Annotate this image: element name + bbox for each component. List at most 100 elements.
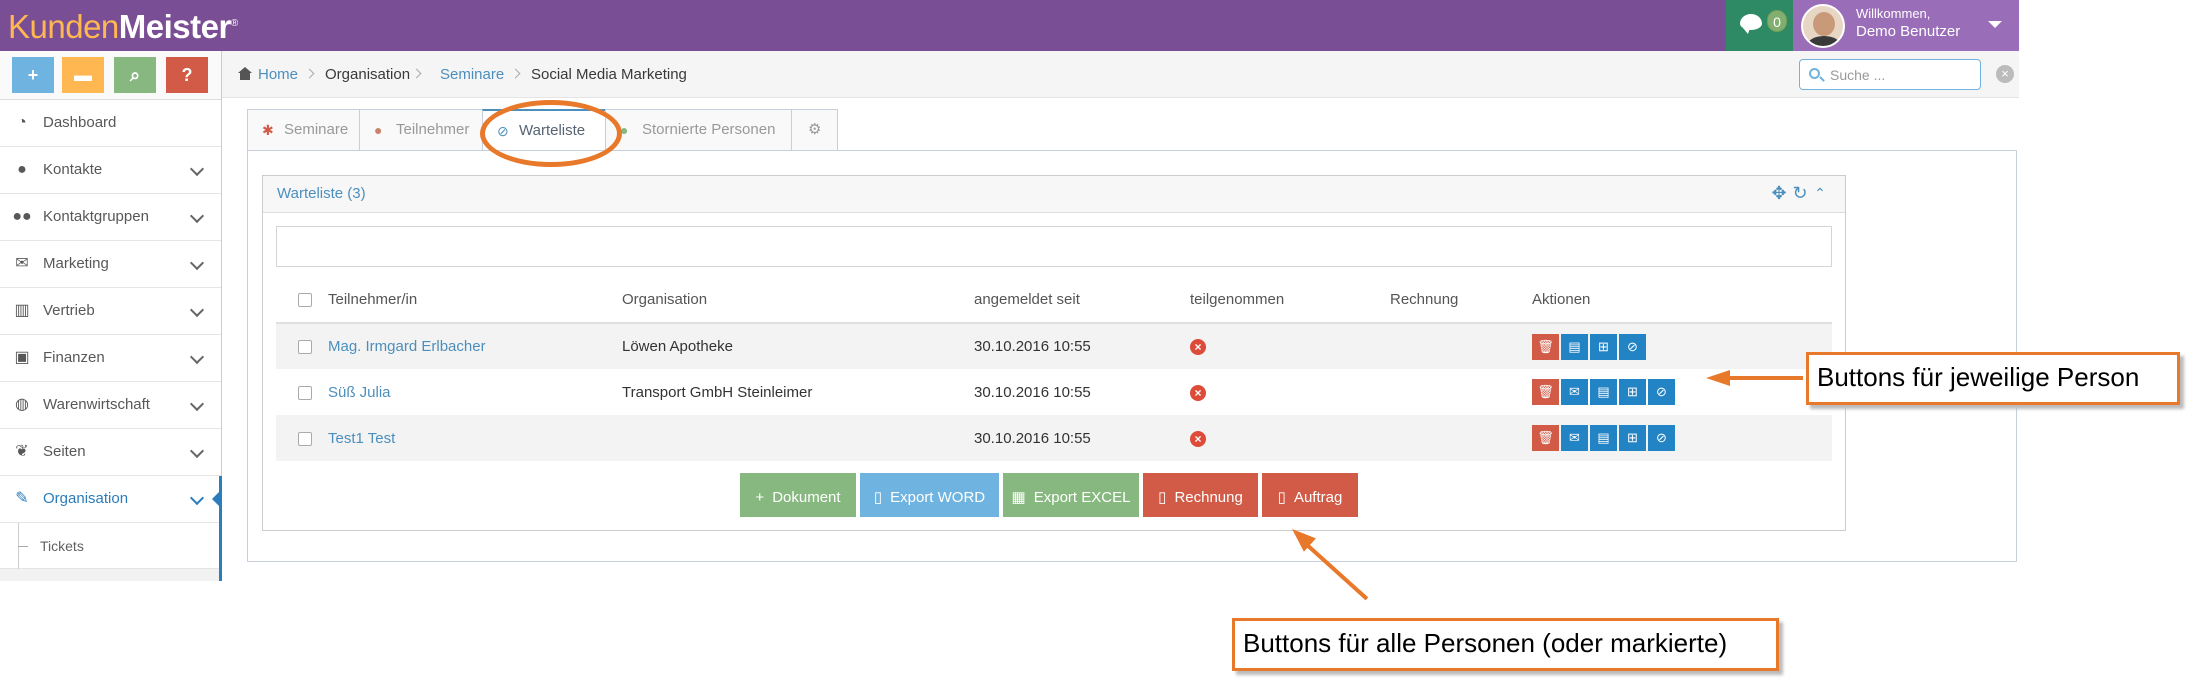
row-checkbox[interactable] [298, 431, 312, 446]
brand-logo[interactable]: KundenMeister® [8, 4, 238, 47]
users-icon: ●● [12, 208, 32, 225]
cancel-button[interactable]: ⊘ [1648, 425, 1675, 451]
user-menu[interactable]: Willkommen, Demo Benutzer [1793, 0, 2019, 51]
file-text-icon: ▯ [1158, 489, 1167, 506]
cancel-button[interactable]: ⊘ [1648, 379, 1675, 405]
book-button[interactable]: ▤ [1590, 379, 1617, 405]
refresh-icon[interactable]: ↻ [1791, 184, 1809, 202]
gear-icon: ⚙ [808, 121, 822, 138]
breadcrumb-seminare[interactable]: Seminare [440, 51, 504, 98]
name-cell: Test1 Test [328, 415, 622, 461]
home-icon [238, 67, 252, 81]
button-label: Dokument [772, 489, 841, 506]
column-header: Aktionen [1532, 277, 1832, 324]
arrow-left-icon [1706, 370, 1730, 386]
participant-link[interactable]: Süß Julia [328, 384, 391, 401]
actions-cell: 🗑 ▤ ⊞ ⊘ [1532, 323, 1832, 369]
add-document-button[interactable]: + Dokument [740, 473, 856, 517]
sidebar-item-kontaktgruppen[interactable]: ●● Kontaktgruppen [0, 194, 221, 241]
date-cell: 30.10.2016 10:55 [974, 415, 1190, 461]
envelope-icon: ✉ [1569, 430, 1580, 445]
sidebar-item-vertrieb[interactable]: ▥ Vertrieb [0, 288, 221, 335]
column-header[interactable]: Organisation [622, 277, 974, 324]
export-excel-button[interactable]: ▦ Export EXCEL [1003, 473, 1139, 517]
email-button[interactable]: ✉ [1561, 379, 1588, 405]
participant-link[interactable]: Mag. Irmgard Erlbacher [328, 338, 486, 355]
sidebar-item-organisation[interactable]: ✎ Organisation [0, 476, 222, 523]
email-button[interactable]: ✉ [1561, 425, 1588, 451]
breadcrumb-organisation[interactable]: Organisation [325, 51, 410, 98]
sidebar-subitem-tickets[interactable]: Tickets [0, 523, 221, 569]
tab-stornierte-personen[interactable]: ● Stornierte Personen [605, 109, 792, 150]
tab-settings[interactable]: ⚙ [791, 109, 838, 150]
move-icon[interactable]: ✥ [1770, 184, 1788, 202]
column-header[interactable]: angemeldet seit [974, 277, 1190, 324]
sidebar-item-warenwirtschaft[interactable]: ◍ Warenwirtschaft [0, 382, 221, 429]
select-all-checkbox[interactable] [298, 293, 312, 308]
search-input[interactable] [1828, 66, 1976, 84]
participant-link[interactable]: Test1 Test [328, 430, 395, 447]
sidebar-item-finanzen[interactable]: ▣ Finanzen [0, 335, 221, 382]
sidebar-item-kontakte[interactable]: ● Kontakte [0, 147, 221, 194]
trash-icon: 🗑 [1537, 338, 1554, 354]
order-button[interactable]: ▯ Auftrag [1262, 473, 1358, 517]
column-header[interactable]: Rechnung [1390, 277, 1532, 324]
row-select-cell [276, 323, 328, 369]
shortcut-help-button[interactable]: ? [166, 57, 208, 93]
top-navbar: KundenMeister® 0 Willkommen, Demo Benutz… [0, 0, 2019, 51]
book-button[interactable]: ▤ [1561, 333, 1588, 360]
tachometer-icon: ◔ [17, 114, 27, 131]
export-word-button[interactable]: ▯ Export WORD [860, 473, 999, 517]
add-button[interactable]: ⊞ [1619, 425, 1646, 451]
select-all-cell [276, 277, 328, 324]
plus-icon: + [755, 489, 765, 506]
globe-icon: ◍ [15, 396, 29, 413]
sidebar-item-dashboard[interactable]: ◔ Dashboard [0, 100, 221, 147]
search-field[interactable] [1799, 59, 1981, 90]
table-row: Mag. Irmgard Erlbacher Löwen Apotheke 30… [276, 323, 1832, 369]
breadcrumb-home[interactable]: Home [258, 51, 298, 98]
column-header[interactable]: Teilnehmer/in [328, 277, 622, 324]
delete-button[interactable]: 🗑 [1532, 425, 1559, 451]
table-filter-input[interactable] [276, 226, 1832, 267]
messages-badge: 0 [1767, 10, 1787, 32]
tab-seminare[interactable]: ✱ Seminare [247, 109, 360, 150]
participated-cell: × [1190, 323, 1390, 369]
row-checkbox[interactable] [298, 340, 312, 355]
row-select-cell [276, 369, 328, 415]
user-icon: ● [374, 122, 383, 138]
organisation-cell: Transport GmbH Steinleimer [622, 369, 974, 415]
plus-square-icon: ⊞ [1627, 430, 1638, 445]
button-label: Rechnung [1174, 489, 1243, 506]
sidebar-item-marketing[interactable]: ✉ Marketing [0, 241, 221, 288]
chevron-down-icon [189, 255, 205, 271]
shortcut-add-button[interactable]: + [12, 57, 54, 93]
messages-button[interactable]: 0 [1726, 0, 1793, 51]
invoice-button[interactable]: ▯ Rechnung [1143, 473, 1258, 517]
chevron-down-icon [189, 302, 205, 318]
book-button[interactable]: ▤ [1590, 425, 1617, 451]
annotation-arrow [1728, 376, 1803, 380]
sidebar-item-label: Finanzen [43, 349, 105, 366]
chevron-up-icon[interactable]: ⌃ [1811, 184, 1829, 202]
shortcut-search-button[interactable]: ⌕ [114, 57, 156, 93]
cancel-button[interactable]: ⊘ [1619, 333, 1646, 360]
tab-teilnehmer[interactable]: ● Teilnehmer [359, 109, 483, 150]
row-checkbox[interactable] [298, 385, 312, 400]
ban-icon: ⊘ [1627, 338, 1638, 354]
close-icon[interactable]: × [1996, 65, 2014, 83]
delete-button[interactable]: 🗑 [1532, 333, 1559, 360]
participated-cell: × [1190, 415, 1390, 461]
column-header[interactable]: teilgenommen [1190, 277, 1390, 324]
sidebar-item-seiten[interactable]: ❦ Seiten [0, 429, 221, 476]
times-circle-icon: × [1190, 339, 1206, 355]
table-row: Süß Julia Transport GmbH Steinleimer 30.… [276, 369, 1832, 415]
comments-icon [1740, 14, 1762, 34]
shortcut-comment-button[interactable]: ▬ [62, 57, 104, 93]
chevron-down-icon [189, 349, 205, 365]
submenu-dash [18, 546, 28, 547]
add-button[interactable]: ⊞ [1590, 333, 1617, 360]
envelope-icon: ✉ [1569, 384, 1580, 399]
add-button[interactable]: ⊞ [1619, 379, 1646, 405]
delete-button[interactable]: 🗑 [1532, 379, 1559, 405]
